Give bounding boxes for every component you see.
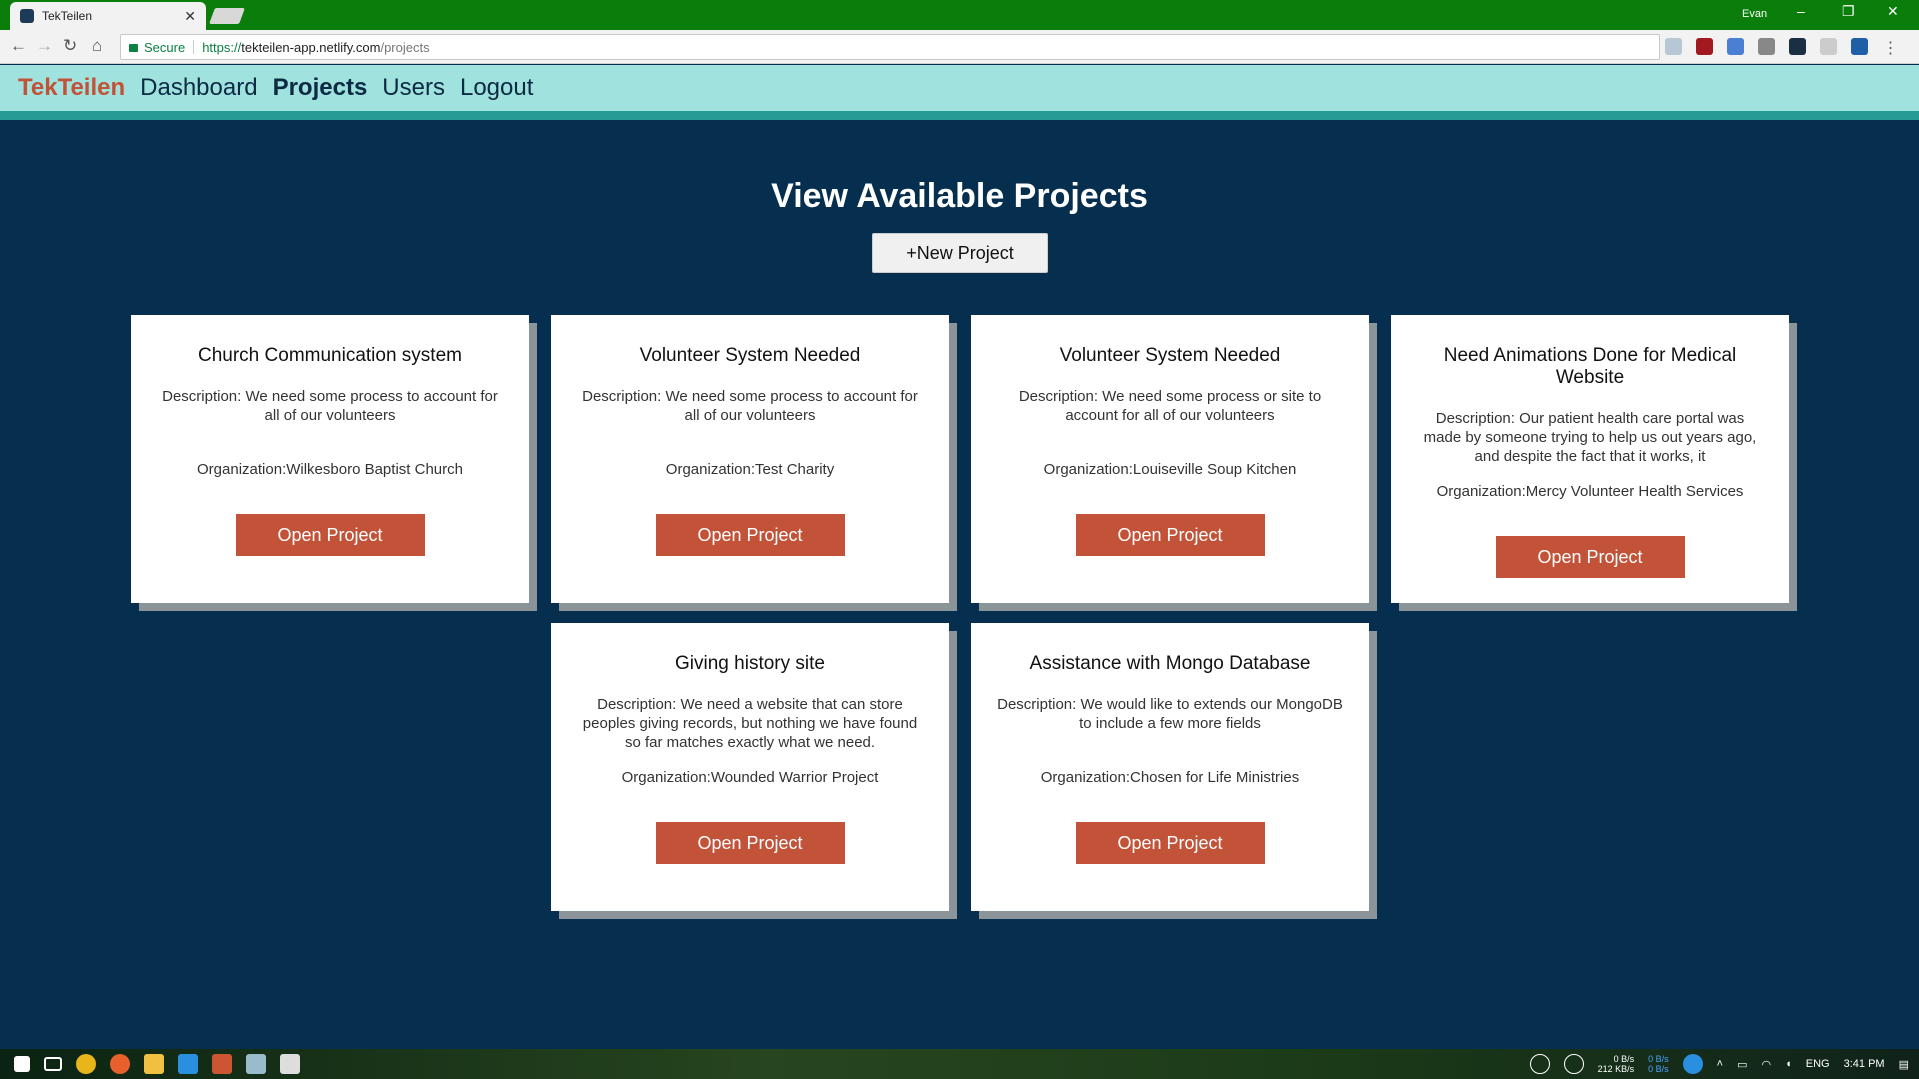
url-scheme: https:// [202,39,242,55]
forward-icon[interactable]: → [36,36,53,56]
notifications-icon[interactable]: ▤ [1899,1058,1909,1071]
close-window-icon[interactable]: ✕ [1887,3,1899,20]
wifi-icon[interactable]: ◠ [1762,1058,1772,1071]
net-up-speed: 0 B/s [1613,1054,1635,1064]
browser-tab[interactable]: TekTeilen ✕ [10,2,206,30]
app-navbar: TekTeilen Dashboard Projects Users Logou… [0,65,1919,120]
battery-icon[interactable]: ▭ [1737,1058,1747,1071]
secure-label: Secure [144,39,186,55]
project-title: Need Animations Done for Medical Website [1443,345,1737,388]
project-title: Assistance with Mongo Database [1029,653,1311,674]
cpu-meter-icon [1529,1054,1550,1074]
drive-icon[interactable] [1851,38,1868,55]
browser-toolbar: ← → ↻ ⌂ Secure https://tekteilen-app.net… [0,30,1919,64]
project-description: Description: Our patient health care por… [1423,410,1757,465]
extension-icons: ⋮ [1665,38,1899,57]
project-description: Description: We need a website that can … [582,696,918,751]
lock-icon [129,44,138,52]
project-description: Description: We need some process to acc… [162,388,498,424]
open-project-button[interactable]: Open Project [655,514,845,556]
reload-icon[interactable]: ↻ [63,36,77,56]
open-project-button[interactable]: Open Project [1075,514,1265,556]
project-organization: Organization:Mercy Volunteer Health Serv… [1436,483,1744,500]
menu-icon[interactable]: ⋮ [1882,38,1899,57]
extension-1-icon[interactable] [1665,38,1682,55]
browser-profile-name[interactable]: Evan [1742,8,1767,20]
open-project-button[interactable]: Open Project [1495,536,1685,578]
task-view-icon[interactable] [44,1057,62,1071]
net-alt-down-speed: 0 B/s [1648,1064,1669,1074]
nav-link-dashboard[interactable]: Dashboard [140,74,257,102]
project-organization: Organization:Test Charity [665,461,835,478]
volume-icon[interactable]: ◖ [1785,1058,1792,1070]
project-card: Assistance with Mongo Database Descripti… [971,623,1369,911]
postman-taskbar-icon[interactable] [110,1054,130,1074]
terminal-taskbar-icon[interactable] [280,1054,300,1074]
project-card: Giving history site Description: We need… [551,623,949,911]
project-title: Volunteer System Needed [639,345,861,366]
nav-link-users[interactable]: Users [382,74,445,102]
brand-logo-link[interactable]: TekTeilen [18,74,125,102]
nav-link-projects[interactable]: Projects [273,74,368,102]
network-speed-alt: 0 B/s 0 B/s [1648,1054,1669,1074]
language-indicator[interactable]: ENG [1806,1058,1830,1070]
open-project-button[interactable]: Open Project [235,514,425,556]
windows-start-icon[interactable] [14,1056,30,1072]
extension-4-icon[interactable] [1758,38,1775,55]
os-taskbar: 0 B/s 212 KB/s 0 B/s 0 B/s ˄ ▭ ◠ ◖ ENG 3… [0,1049,1919,1079]
ublock-icon[interactable] [1696,38,1713,55]
project-card: Volunteer System Needed Description: We … [971,315,1369,603]
open-project-button[interactable]: Open Project [1075,822,1265,864]
chrome-taskbar-icon[interactable] [76,1054,96,1074]
project-card: Church Communication system Description:… [131,315,529,603]
tray-chevron-icon[interactable]: ˄ [1717,1058,1723,1070]
project-organization: Organization:Wilkesboro Baptist Church [197,461,463,478]
project-cards-grid: Church Communication system Description:… [130,315,1790,911]
project-description: Description: We need some process to acc… [582,388,918,424]
address-bar[interactable]: Secure https://tekteilen-app.netlify.com… [120,34,1660,60]
system-tray: 0 B/s 212 KB/s 0 B/s 0 B/s ˄ ▭ ◠ ◖ ENG 3… [1529,1049,1909,1079]
clock[interactable]: 3:41 PM [1844,1058,1885,1070]
page-title: View Available Projects [771,177,1148,215]
open-project-button[interactable]: Open Project [655,822,845,864]
browser-titlebar: TekTeilen ✕ Evan – ❐ ✕ [0,0,1919,30]
extension-6-icon[interactable] [1820,38,1837,55]
tab-title: TekTeilen [42,9,93,23]
react-devtools-icon[interactable] [1789,38,1806,55]
new-tab-button[interactable] [209,8,245,24]
tab-close-icon[interactable]: ✕ [184,8,196,25]
battery-meter-icon [1682,1054,1703,1074]
project-title: Volunteer System Needed [1059,345,1281,366]
project-description: Description: We need some process or sit… [1018,388,1322,424]
translate-icon[interactable] [1727,38,1744,55]
nav-link-logout[interactable]: Logout [460,74,533,102]
memory-meter-icon [1563,1054,1584,1074]
home-icon[interactable]: ⌂ [92,36,102,56]
url-host: tekteilen-app.netlify.com [241,39,381,55]
network-speed: 0 B/s 212 KB/s [1598,1054,1635,1074]
project-description: Description: We would like to extends ou… [997,696,1343,732]
net-alt-up-speed: 0 B/s [1648,1054,1669,1064]
net-down-speed: 212 KB/s [1597,1064,1635,1074]
tab-favicon-icon [20,9,34,23]
file-explorer-icon[interactable] [144,1054,164,1074]
restore-icon[interactable]: ❐ [1842,3,1855,20]
project-organization: Organization:Chosen for Life Ministries [1040,769,1300,786]
back-icon[interactable]: ← [10,36,27,56]
url-path: /projects [380,39,430,55]
app-taskbar-icon[interactable] [212,1054,232,1074]
notepad-taskbar-icon[interactable] [246,1054,266,1074]
project-organization: Organization:Wounded Warrior Project [621,769,879,786]
project-title: Church Communication system [198,345,462,366]
minimize-icon[interactable]: – [1797,3,1805,19]
project-title: Giving history site [675,653,825,674]
vscode-taskbar-icon[interactable] [178,1054,198,1074]
project-organization: Organization:Louiseville Soup Kitchen [1043,461,1297,478]
project-card: Need Animations Done for Medical Website… [1391,315,1789,603]
new-project-button[interactable]: +New Project [872,233,1048,273]
project-card: Volunteer System Needed Description: We … [551,315,949,603]
address-separator [193,40,195,54]
